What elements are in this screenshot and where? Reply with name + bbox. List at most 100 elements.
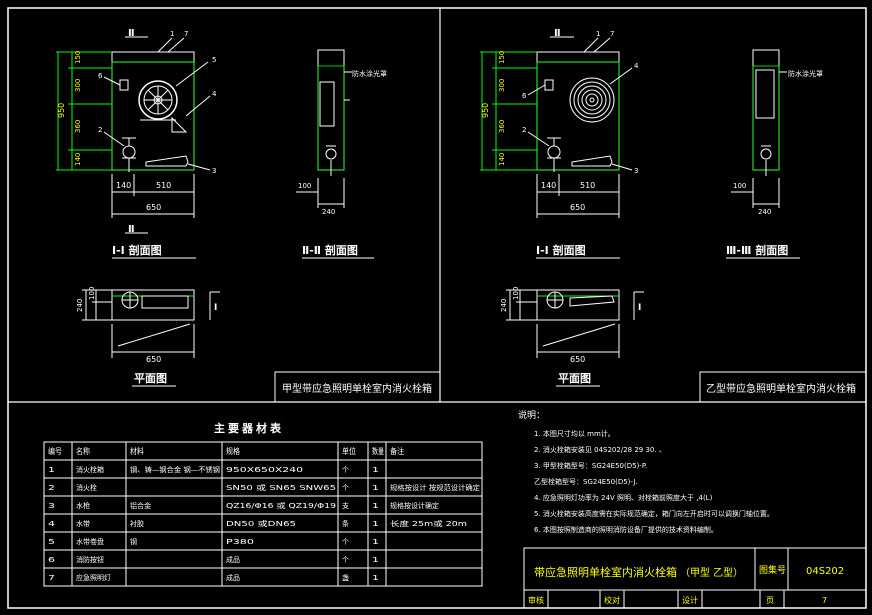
callout-6-b: 6 [522,92,527,100]
table-cell: 规格按设计 按规范设计确定 [390,483,480,492]
note-3b: 乙型栓箱型号：SG24E50(D5)-J. [534,477,638,486]
dim-h-140-a: 140 [116,181,131,190]
callout-3-a: 3 [212,167,216,175]
note-4: 4. 应急照明灯功率为 24V 照明、对栓箱前照度大于 ,4(L) [534,493,713,502]
table-cell: 950X650X240 [226,466,303,474]
table-cell: 4 [48,520,56,528]
table-cell: 铝合金 [130,501,151,510]
table-cell: 1 [48,466,55,474]
note-5: 5. 消火栓箱安装高度需在实际规范确定，箱门向左开启时可以调换门轴位置。 [534,509,774,518]
cabinet-outline-a [111,51,195,171]
table-cell: 盏 [342,573,349,582]
dim-v-150-b: 150 [498,51,506,64]
table-cell: P380 [226,538,254,546]
table-cell: QZ16/Φ16 或 QZ19/Φ19 [226,501,336,510]
table-cell: 成品 [226,573,240,582]
table-cell: 消火栓 [76,483,97,492]
table-header-cell: 备注 [390,446,404,456]
note-1: 1. 本图尺寸均以 mm计。 [534,429,615,438]
table-cell: 成品 [226,555,240,564]
plan-view-a [82,289,220,358]
right-section-view: Ⅱ 1 7 4 6 2 3 150 300 360 140 950 140 51… [480,28,867,403]
table-cell: 钢、铸—钢合金 钢—不锈钢 [130,465,220,474]
valve-a [122,137,136,172]
tb-review-label: 审核 [528,595,544,605]
hose-coil-b [569,77,615,123]
dim-h-510-b: 510 [580,181,595,190]
alarm-button-a [119,79,129,91]
callout-3-b: 3 [634,167,638,175]
table-cell: 1 [372,466,379,474]
atlas-label: 图集号 [759,564,786,576]
table-cell: 5 [48,538,55,546]
dim-total-b: 950 [481,103,490,118]
valve-b [547,137,561,172]
plan-title-b: 平面图 [558,372,591,385]
notes-heading: 说明： [518,409,545,421]
side-dim-240-b: 240 [758,208,771,216]
table-cell: 3 [48,502,55,510]
plan-dim-100-b: 100 [512,287,520,300]
table-cell: 1 [372,520,379,528]
table-cell: 1 [372,502,379,510]
table-cell: 消火栓箱 [76,465,104,474]
dim-total-a: 950 [57,103,66,118]
table-header-cell: 数量 [372,446,384,456]
alarm-button-b [544,79,554,91]
table-cell: 7 [48,574,55,582]
table-cell: 6 [48,556,56,564]
table-cell: 个 [342,484,349,492]
callout-6-a: 6 [98,72,103,80]
table-cell: 规格按设计确定 [390,501,439,510]
title-22-a: Ⅱ-Ⅱ 剖面图 [302,243,358,257]
table-header-cell: 材料 [130,446,144,456]
table-cell: 长度 25m或 20m [390,519,467,528]
plan-width-a: 650 [146,355,161,364]
side-dim-100-a: 100 [298,182,311,190]
title-block: 带应急照明单栓室内消火栓箱 （甲型 乙型） 图集号 04S202 审核 校对 设… [523,547,867,609]
dim-v-300-b: 300 [498,79,506,92]
plan-dim-100-a: 100 [88,287,96,300]
tb-check-label: 校对 [604,595,620,605]
plan-title-a: 平面图 [134,372,167,385]
table-header-cell: 单位 [342,446,356,456]
table-cell: SN50 或 SN65 SNW65 [226,483,336,492]
dim-v-360-b: 360 [498,120,506,133]
cad-drawing-sheet: Ⅱ Ⅱ 1 7 5 4 6 2 3 150 300 360 140 950 14… [7,7,867,609]
dim-v-140-b: 140 [498,153,506,166]
plan-dim-240-a: 240 [76,299,84,312]
table-cell: 水带卷盘 [76,537,104,546]
dim-h-510-a: 510 [156,181,171,190]
callout-7-b: 7 [610,30,614,38]
table-header-cell: 名称 [76,446,90,456]
title-11-b: Ⅰ-Ⅰ 剖面图 [536,243,586,257]
side-label-b: 防水涂光罩 [788,69,823,78]
table-cell: 个 [342,538,349,546]
material-table: 主要器材表 编号 名称 材料 规格 单位 数量 备注 1 消火栓箱 钢、铸—钢合金 钢—不锈钢 95… [43,421,483,587]
left-section-view: Ⅱ Ⅱ 1 7 5 4 6 2 3 150 300 360 140 950 14… [56,28,441,403]
caption-a: 甲型带应急照明单栓室内消火栓箱 [282,382,432,395]
callout-4-a: 4 [212,90,217,98]
dim-v-150-a: 150 [74,51,82,64]
table-cell: 个 [342,466,349,474]
dim-v-360-a: 360 [74,120,82,133]
callout-5-a: 5 [212,56,216,64]
dim-v-300-a: 300 [74,79,82,92]
title-11-a: Ⅰ-Ⅰ 剖面图 [112,243,162,257]
table-header-cell: 规格 [226,446,240,456]
side-dim-100-b: 100 [733,182,746,190]
table-cell: 2 [48,484,55,492]
side-dim-240-a: 240 [322,208,335,216]
table-cell: 条 [342,519,349,528]
table-cell: 衬胶 [130,519,144,528]
plan-dim-240-b: 240 [500,299,508,312]
table-header-cell: 编号 [48,446,62,456]
nozzle-b [571,155,613,167]
plan-marker-a: Ⅰ [214,303,217,313]
callout-1-a: 1 [170,30,174,38]
table-cell: 水枪 [76,501,90,510]
sheet-border [7,7,867,609]
nozzle-a [145,155,189,167]
side-label-a: 防水涂光罩 [352,69,387,78]
dim-v-140-a: 140 [74,153,82,166]
